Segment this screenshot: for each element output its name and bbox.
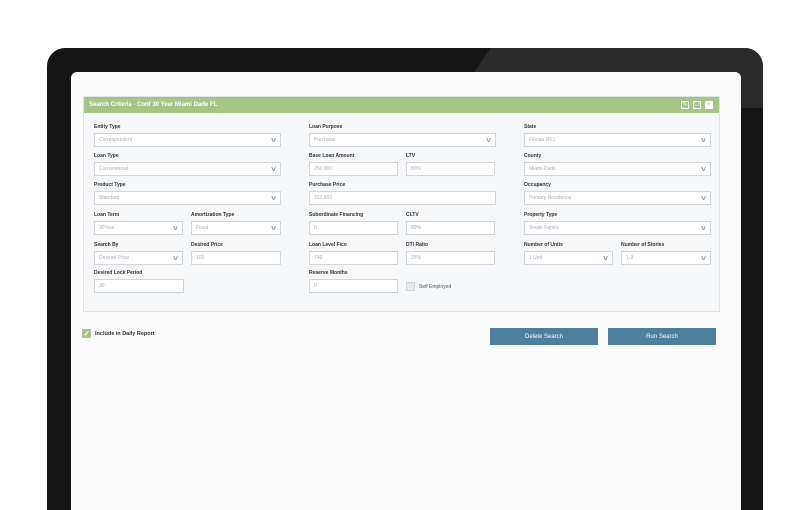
property-type-label: Property Type <box>524 212 558 218</box>
chevron-down-icon: ∨ <box>171 254 180 262</box>
number-of-units-label: Number of Units <box>524 242 563 248</box>
number-of-stories-label: Number of Stories <box>621 242 665 248</box>
state-field: State Florida (FL) ∨ <box>524 124 711 147</box>
search-criteria-panel: Search Criteria - Conf 30 Year Miami Dad… <box>83 96 720 312</box>
reserve-months-label: Reserve Months <box>309 270 348 276</box>
loan-purpose-field: Loan Purpose Purchase ∨ <box>309 124 496 147</box>
add-icon[interactable]: + <box>705 101 713 109</box>
product-type-label: Product Type <box>94 182 126 188</box>
reserve-months-input[interactable]: 0 <box>309 279 398 293</box>
amortization-type-select[interactable]: Fixed ∨ <box>191 221 281 235</box>
entity-type-select[interactable]: Correspondent ∨ <box>94 133 281 147</box>
edit-icon[interactable]: ✎ <box>681 101 689 109</box>
desired-lock-period-input[interactable]: 30 <box>94 279 184 293</box>
purchase-price-label: Purchase Price <box>309 182 346 188</box>
subordinate-financing-label: Subordinate Financing <box>309 212 364 218</box>
property-type-field: Property Type Single Family ∨ <box>524 212 711 235</box>
tablet-frame: Search Criteria - Conf 30 Year Miami Dad… <box>47 48 763 510</box>
chevron-down-icon: ∨ <box>699 224 708 232</box>
loan-purpose-select[interactable]: Purchase ∨ <box>309 133 496 147</box>
number-of-units-field: Number of Units 1 Unit ∨ <box>524 242 613 265</box>
chevron-down-icon: ∨ <box>269 165 278 173</box>
chevron-down-icon: ∨ <box>699 254 708 262</box>
include-daily-report[interactable]: ✓ Include in Daily Report <box>82 329 155 338</box>
occupancy-select[interactable]: Primary Residence ∨ <box>524 191 711 205</box>
base-loan-amount-field: Base Loan Amount 250,000 <box>309 153 398 176</box>
panel-header: Search Criteria - Conf 30 Year Miami Dad… <box>84 97 719 113</box>
desired-price-field: Desired Price 102 <box>191 242 281 265</box>
county-field: County Miami-Dade ∨ <box>524 153 711 176</box>
chevron-down-icon: ∨ <box>269 136 278 144</box>
loan-term-label: Loan Term <box>94 212 120 218</box>
number-of-stories-field: Number of Stories 1-3 ∨ <box>621 242 711 265</box>
loan-type-select[interactable]: Conventional ∨ <box>94 162 281 176</box>
reserve-months-field: Reserve Months 0 <box>309 270 398 293</box>
self-employed-checkbox[interactable] <box>406 282 415 291</box>
product-type-select[interactable]: Standard ∨ <box>94 191 281 205</box>
number-of-units-select[interactable]: 1 Unit ∨ <box>524 251 613 265</box>
occupancy-label: Occupancy <box>524 182 551 188</box>
county-select[interactable]: Miami-Dade ∨ <box>524 162 711 176</box>
run-search-button[interactable]: Run Search <box>608 328 716 345</box>
state-label: State <box>524 124 537 130</box>
amortization-type-field: Amortization Type Fixed ∨ <box>191 212 281 235</box>
subordinate-financing-input[interactable]: 0 <box>309 221 398 235</box>
dti-ratio-field: DTI Ratio 25% <box>406 242 495 265</box>
include-daily-report-label: Include in Daily Report <box>95 330 155 337</box>
state-select[interactable]: Florida (FL) ∨ <box>524 133 711 147</box>
amortization-type-label: Amortization Type <box>191 212 235 218</box>
ltv-label: LTV <box>406 153 416 159</box>
purchase-price-input[interactable]: 312,500 <box>309 191 496 205</box>
chevron-down-icon: ∨ <box>269 194 278 202</box>
checkmark-icon[interactable]: ✓ <box>82 329 91 338</box>
chevron-down-icon: ∨ <box>484 136 493 144</box>
cltv-field: CLTV 80% <box>406 212 495 235</box>
cltv-input[interactable]: 80% <box>406 221 495 235</box>
panel-title: Search Criteria - Conf 30 Year Miami Dad… <box>89 102 218 108</box>
entity-type-field: Entity Type Correspondent ∨ <box>94 124 281 147</box>
desired-lock-period-label: Desired Lock Period <box>94 270 143 276</box>
base-loan-amount-label: Base Loan Amount <box>309 153 355 159</box>
self-employed-label: Self Employed <box>419 283 452 290</box>
entity-type-label: Entity Type <box>94 124 121 130</box>
loan-term-field: Loan Term 30Year ∨ <box>94 212 183 235</box>
chevron-down-icon: ∨ <box>699 194 708 202</box>
loan-type-label: Loan Type <box>94 153 119 159</box>
county-label: County <box>524 153 542 159</box>
copy-icon[interactable]: ❐ <box>693 101 701 109</box>
dti-ratio-label: DTI Ratio <box>406 242 428 248</box>
dti-ratio-input[interactable]: 25% <box>406 251 495 265</box>
occupancy-field: Occupancy Primary Residence ∨ <box>524 182 711 205</box>
loan-type-field: Loan Type Conventional ∨ <box>94 153 281 176</box>
base-loan-amount-input[interactable]: 250,000 <box>309 162 398 176</box>
chevron-down-icon: ∨ <box>601 254 610 262</box>
self-employed-field: Self Employed <box>406 282 451 291</box>
cltv-label: CLTV <box>406 212 419 218</box>
loan-level-fico-field: Loan Level Fico 740 <box>309 242 398 265</box>
chevron-down-icon: ∨ <box>269 224 278 232</box>
subordinate-financing-field: Subordinate Financing 0 <box>309 212 398 235</box>
desired-price-input[interactable]: 102 <box>191 251 281 265</box>
product-type-field: Product Type Standard ∨ <box>94 182 281 205</box>
loan-level-fico-label: Loan Level Fico <box>309 242 347 248</box>
purchase-price-field: Purchase Price 312,500 <box>309 182 496 205</box>
header-icons: ✎ ❐ + <box>681 101 713 109</box>
search-by-label: Search By <box>94 242 119 248</box>
chevron-down-icon: ∨ <box>699 165 708 173</box>
ltv-field: LTV 80% <box>406 153 495 176</box>
app-screen: Search Criteria - Conf 30 Year Miami Dad… <box>71 72 741 510</box>
ltv-input[interactable]: 80% <box>406 162 495 176</box>
desired-price-label: Desired Price <box>191 242 223 248</box>
search-by-select[interactable]: Desired Price ∨ <box>94 251 183 265</box>
search-by-field: Search By Desired Price ∨ <box>94 242 183 265</box>
desired-lock-period-field: Desired Lock Period 30 <box>94 270 184 293</box>
loan-level-fico-input[interactable]: 740 <box>309 251 398 265</box>
loan-purpose-label: Loan Purpose <box>309 124 343 130</box>
delete-search-button[interactable]: Delete Search <box>490 328 598 345</box>
chevron-down-icon: ∨ <box>699 136 708 144</box>
property-type-select[interactable]: Single Family ∨ <box>524 221 711 235</box>
number-of-stories-select[interactable]: 1-3 ∨ <box>621 251 711 265</box>
chevron-down-icon: ∨ <box>171 224 180 232</box>
loan-term-select[interactable]: 30Year ∨ <box>94 221 183 235</box>
